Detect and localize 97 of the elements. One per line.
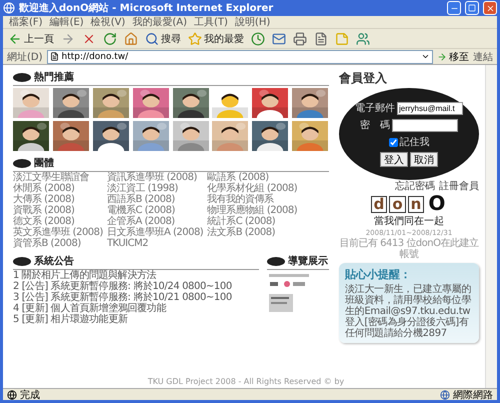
window-title: 歡迎進入donO網站 - Microsoft Internet Explorer: [19, 1, 274, 15]
tip-text: 淡江大一新生，已建立專屬的班級資料，請用學校給每位學生的Email@s97.tku.edu.tw登入[密碼為身分證後六碼]有任何問題請給分機2897: [345, 284, 472, 339]
logo-letter: o: [389, 196, 406, 213]
maximize-icon: [468, 4, 476, 12]
section-title: 系統公告: [34, 254, 74, 268]
mail-icon: [272, 32, 286, 46]
right-arrow-icon: [437, 52, 447, 62]
close-icon: [486, 4, 494, 12]
star-icon: [188, 32, 202, 46]
group-link[interactable]: 化學系材化組 (2008): [207, 183, 298, 194]
remember-checkbox[interactable]: [388, 138, 398, 146]
announcement-link[interactable]: 4 [更新] 個人首頁新增塗鴉回覆功能: [13, 303, 259, 314]
logo-letter: d: [370, 196, 388, 213]
group-link[interactable]: 休閒系 (2008): [13, 183, 103, 194]
group-link[interactable]: 淡江文學生聯誼會: [13, 172, 103, 183]
printer-icon: [293, 32, 307, 46]
group-link[interactable]: 大傳系 (2008): [13, 194, 103, 205]
group-link[interactable]: 德文系 (2008): [13, 216, 103, 227]
browser-icon: [3, 2, 15, 14]
status-text: 完成: [20, 388, 41, 402]
speech-balloon-icon: [13, 158, 31, 168]
people-icon: [356, 32, 370, 46]
group-link[interactable]: 英文系進學班 (2008): [13, 227, 103, 238]
scrollbar[interactable]: [485, 65, 497, 388]
logo-letter: O: [427, 193, 446, 213]
password-field[interactable]: [392, 118, 458, 132]
address-label: 網址(D): [7, 50, 43, 64]
section-title: 導覽展示: [288, 254, 328, 268]
dropdown-icon: [421, 52, 430, 61]
group-link[interactable]: 資管系B (2008): [13, 238, 103, 249]
speech-balloon-icon: [13, 72, 31, 82]
group-link[interactable]: 法文系B (2008): [207, 227, 298, 238]
group-link[interactable]: 資戰系 (2008): [13, 205, 103, 216]
minimize-button[interactable]: [447, 1, 461, 15]
url-text: http://dono.tw/: [62, 52, 128, 62]
register-link[interactable]: 註冊會員: [439, 181, 479, 192]
favorites-button[interactable]: 我的最愛: [187, 32, 245, 46]
home-icon: [124, 32, 138, 46]
section-title: 熱門推薦: [34, 70, 74, 84]
refresh-button[interactable]: [102, 32, 118, 46]
member-count: 目前已有 6413 位donO在此建立帳號: [339, 238, 479, 260]
speech-balloon-icon: [267, 256, 285, 266]
group-link[interactable]: 企管系A (2008): [106, 216, 204, 227]
cancel-button[interactable]: 取消: [410, 152, 438, 167]
edit-button[interactable]: [313, 32, 329, 46]
tip-title: 貼心小提醒：: [345, 267, 412, 282]
group-link[interactable]: TKUICM2: [106, 238, 204, 249]
email-field[interactable]: jerryhsu@mail.t: [397, 102, 463, 114]
announcement-link[interactable]: 3 [公告] 系統更新暫停服務: 將於10/21 0800~100: [13, 292, 259, 303]
menu-item[interactable]: 說明(H): [234, 15, 270, 29]
email-label: 電子郵件: [355, 102, 395, 115]
group-link[interactable]: 日文系進學班A (2008): [106, 227, 204, 238]
password-label: 密 碼: [360, 118, 390, 132]
group-link[interactable]: 西語系B (2008): [106, 194, 204, 205]
group-link[interactable]: 物理系應物組 (2008): [207, 205, 298, 216]
announcement-link[interactable]: 5 [更新] 相片環遊功能更新: [13, 314, 259, 325]
globe-icon: [440, 390, 450, 400]
group-link[interactable]: 資訊系進學班 (2008): [106, 172, 204, 183]
menu-item[interactable]: 檢視(V): [90, 15, 126, 29]
section-title: 團體: [34, 156, 54, 170]
zone-text: 網際網路: [453, 388, 493, 402]
maximize-button[interactable]: [465, 1, 479, 15]
group-link[interactable]: 電機系C (2008): [106, 205, 204, 216]
menu-item[interactable]: 工具(T): [194, 15, 228, 29]
document-icon: [314, 32, 328, 46]
go-button[interactable]: 移至: [437, 50, 469, 64]
note-icon: [335, 32, 349, 46]
announcement-link[interactable]: 2 [公告] 系統更新暫停服務: 將於10/24 0800~100: [13, 281, 259, 292]
group-link[interactable]: 歐語系 (2008): [207, 172, 298, 183]
mail-button[interactable]: [271, 32, 287, 46]
back-button[interactable]: 上一頁: [7, 32, 55, 46]
menu-item[interactable]: 編輯(E): [50, 15, 84, 29]
refresh-icon: [103, 32, 117, 46]
slogan: 當我們同在一起: [374, 214, 444, 228]
search-icon: [145, 32, 159, 46]
remember-label: 記住我: [400, 136, 430, 149]
clock-icon: [251, 32, 265, 46]
messenger-button[interactable]: [355, 32, 371, 46]
group-link[interactable]: 統計系C (2008): [207, 216, 298, 227]
search-button[interactable]: 搜尋: [144, 32, 182, 46]
history-button[interactable]: [250, 32, 266, 46]
address-field[interactable]: http://dono.tw/: [46, 50, 433, 64]
forgot-password-link[interactable]: 忘記密碼: [395, 181, 435, 192]
group-link[interactable]: 我有我的資傳系: [207, 194, 298, 205]
close-button[interactable]: [483, 1, 497, 15]
logo-letter: n: [408, 196, 424, 213]
announcement-link[interactable]: 1 關於相片上傳的問題與解決方法: [13, 270, 259, 281]
print-button[interactable]: [292, 32, 308, 46]
home-button[interactable]: [123, 32, 139, 46]
footer-text: TKU GDL Project 2008 - All Rights Reserved © by: [148, 377, 344, 386]
login-button[interactable]: 登入: [380, 152, 408, 167]
group-link[interactable]: 淡江資工 (1998): [106, 183, 204, 194]
links-label[interactable]: 連結: [473, 50, 493, 64]
speech-balloon-icon: [13, 256, 31, 266]
login-title: 會員登入: [339, 70, 387, 87]
menu-item[interactable]: 我的最愛(A): [132, 15, 187, 29]
menu-item[interactable]: 檔案(F): [9, 15, 43, 29]
